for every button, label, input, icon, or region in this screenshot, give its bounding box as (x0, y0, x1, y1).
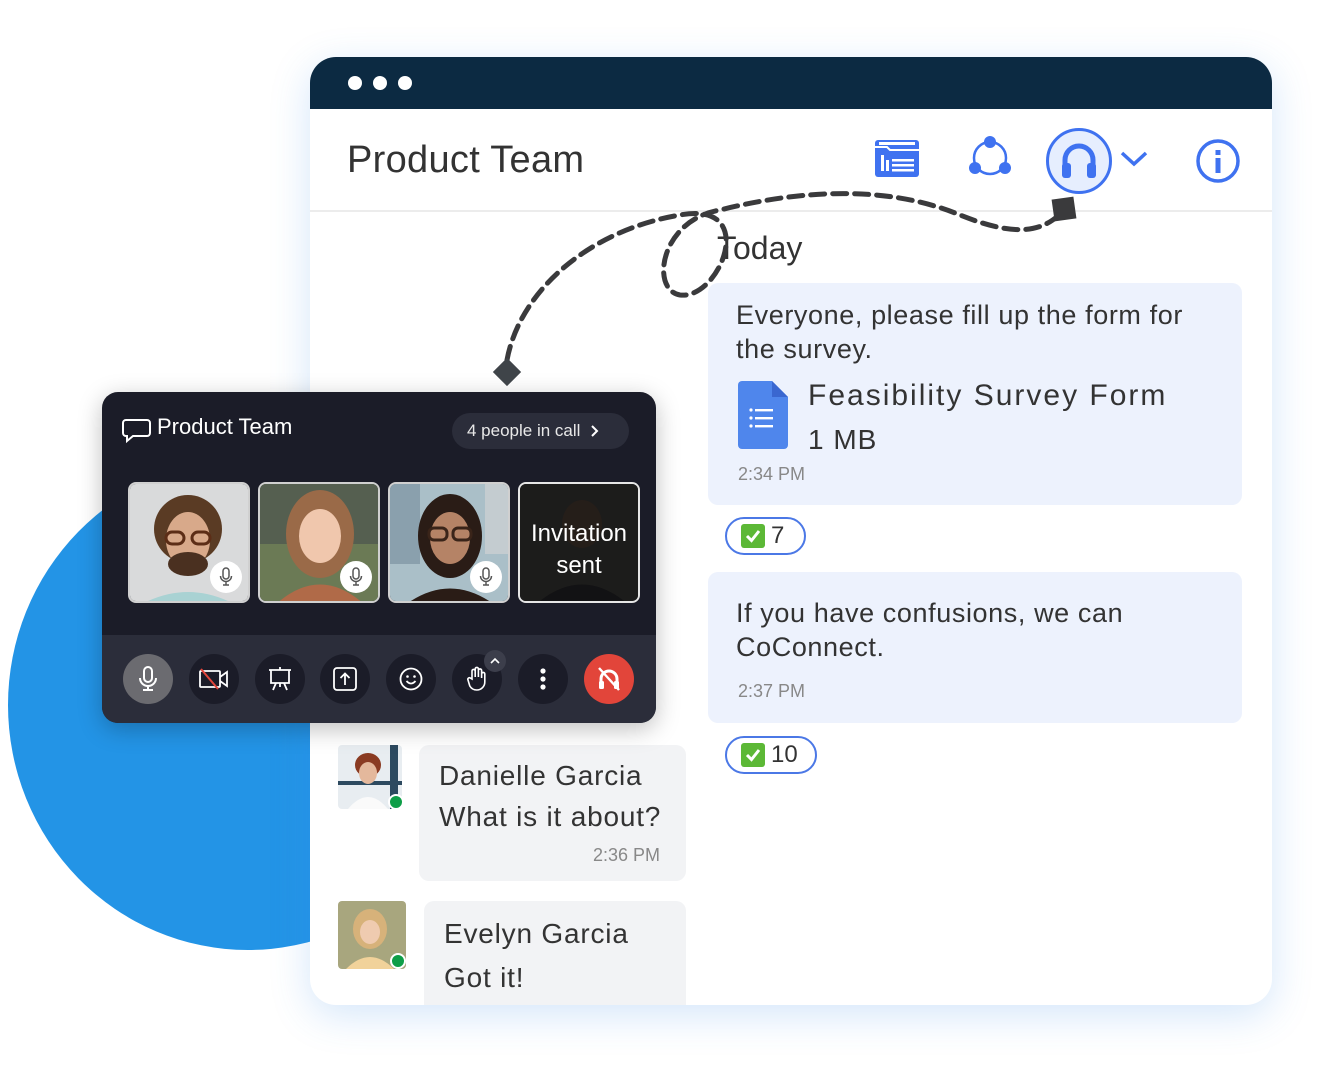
participant-tile[interactable] (388, 482, 510, 603)
leave-call-button[interactable] (584, 654, 634, 704)
window-dot (373, 76, 387, 90)
window-dot (398, 76, 412, 90)
invitation-label: sent (556, 552, 602, 579)
camera-off-icon (199, 668, 228, 690)
online-status-dot (388, 794, 404, 810)
invited-participant-tile[interactable]: Invitation sent (518, 482, 640, 603)
sender-name: Evelyn Garcia (444, 918, 629, 949)
reaction-count: 7 (771, 522, 785, 549)
message-bubble: Everyone, please fill up the form for th… (708, 283, 1242, 505)
present-button[interactable] (255, 654, 305, 704)
attachment-name[interactable]: Feasibility Survey Form (808, 379, 1167, 413)
people-in-call-button[interactable]: 4 people in call (452, 413, 629, 449)
more-options-button[interactable] (518, 654, 568, 704)
message-text-line: CoConnect. (736, 632, 885, 662)
camera-button[interactable] (189, 654, 239, 704)
reply-time: 2:36 PM (592, 845, 660, 865)
reply-text: Got it! (444, 962, 525, 993)
microphone-icon (349, 567, 363, 586)
microphone-icon (219, 567, 233, 586)
folder-list-icon[interactable] (873, 137, 921, 184)
google-forms-icon[interactable] (738, 381, 788, 454)
message-bubble: If you have confusions, we can CoConnect… (708, 572, 1242, 723)
headset-icon (1062, 143, 1096, 178)
attachment-size: 1 MB (808, 424, 878, 455)
chat-header: Product Team (310, 109, 1272, 212)
call-title: Product Team (157, 414, 293, 439)
raise-hand-options-button[interactable] (484, 650, 506, 672)
online-status-dot (390, 953, 406, 969)
sender-name: Danielle Garcia (439, 760, 643, 791)
reactions-button[interactable] (386, 654, 436, 704)
page-title: Product Team (347, 139, 585, 181)
chevron-down-icon[interactable] (1119, 149, 1149, 174)
call-controls (102, 635, 656, 723)
share-network-icon[interactable] (965, 135, 1015, 186)
reaction-badge[interactable]: 10 (725, 736, 817, 774)
message-text-line: If you have confusions, we can (736, 598, 1124, 628)
mic-badge (470, 561, 502, 593)
share-screen-button[interactable] (320, 654, 370, 704)
call-widget: Product Team 4 people in call Invitation… (102, 392, 656, 723)
reaction-badge[interactable]: 7 (725, 517, 806, 555)
check-mark-icon (741, 743, 765, 767)
message-text-line: the survey. (736, 334, 873, 364)
message-time: 2:34 PM (738, 464, 806, 484)
mic-badge (340, 561, 372, 593)
microphone-icon (479, 567, 493, 586)
chevron-right-icon (591, 425, 599, 437)
invitation-status: Invitation sent (520, 518, 638, 582)
people-count-label: 4 people in call (467, 421, 581, 440)
message-text-line: Everyone, please fill up the form for (736, 300, 1183, 330)
invitation-label: Invitation (530, 520, 628, 547)
check-mark-icon (741, 524, 765, 548)
share-screen-icon (333, 667, 357, 691)
headset-off-icon (598, 667, 620, 691)
chevron-up-icon (490, 657, 500, 664)
participant-tile[interactable] (128, 482, 250, 603)
mic-badge (210, 561, 242, 593)
microphone-icon (139, 666, 157, 691)
smiley-icon (399, 667, 423, 691)
date-divider: Today (717, 230, 803, 266)
raise-hand-icon (467, 666, 486, 691)
reaction-count: 10 (771, 741, 798, 768)
headset-button[interactable] (1046, 128, 1112, 194)
window-dot (348, 76, 362, 90)
presentation-icon (269, 667, 291, 691)
reply-bubble: Evelyn Garcia Got it! (424, 901, 686, 1005)
microphone-button[interactable] (123, 654, 173, 704)
reply-text: What is it about? (439, 801, 662, 832)
chat-bubble-icon (122, 418, 152, 449)
info-icon[interactable] (1194, 137, 1242, 190)
reply-bubble: Danielle Garcia What is it about? 2:36 P… (419, 745, 686, 881)
message-time: 2:37 PM (738, 681, 806, 701)
more-vertical-icon (540, 668, 546, 690)
participant-tile[interactable] (258, 482, 380, 603)
window-titlebar (310, 57, 1272, 109)
